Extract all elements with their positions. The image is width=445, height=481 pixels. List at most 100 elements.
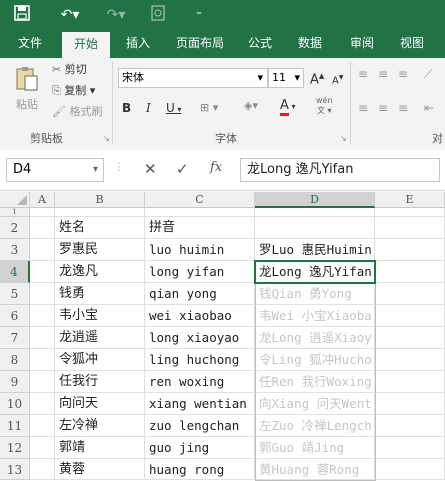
cell-c10[interactable]: xiang wentian bbox=[145, 393, 255, 415]
cell-b12[interactable]: 郭靖 bbox=[55, 437, 145, 459]
enter-icon[interactable]: ✓ bbox=[176, 160, 189, 178]
cell-c2[interactable]: 拼音 bbox=[145, 217, 255, 239]
cell-b4[interactable]: 龙逸凡 bbox=[55, 261, 145, 283]
cell-e4[interactable] bbox=[375, 261, 445, 283]
tab-review[interactable]: 审阅 bbox=[342, 30, 382, 58]
cell-b2[interactable]: 姓名 bbox=[55, 217, 145, 239]
tab-insert[interactable]: 插入 bbox=[118, 30, 158, 58]
cell-d8-preview[interactable]: 令Ling 狐冲Hucho bbox=[255, 349, 375, 371]
cell-e13[interactable] bbox=[375, 459, 445, 480]
cell-a3[interactable] bbox=[30, 239, 55, 261]
cell-b1[interactable] bbox=[55, 208, 145, 217]
cell-c8[interactable]: ling huchong bbox=[145, 349, 255, 371]
cell-e11[interactable] bbox=[375, 415, 445, 437]
tab-formulas[interactable]: 公式 bbox=[240, 30, 280, 58]
row-header-11[interactable]: 11 bbox=[0, 415, 30, 437]
cell-d11-preview[interactable]: 左Zuo 冷禅Lengch bbox=[255, 415, 375, 437]
row-header-8[interactable]: 8 bbox=[0, 349, 30, 371]
cell-d1[interactable] bbox=[255, 208, 375, 217]
row-header-2[interactable]: 2 bbox=[0, 217, 30, 239]
copy-button[interactable]: ⎘ 复制 ▾ bbox=[52, 83, 95, 99]
name-box[interactable]: D4 ▾ bbox=[6, 158, 104, 182]
cell-d9-preview[interactable]: 任Ren 我行Woxing bbox=[255, 371, 375, 393]
cell-d6-preview[interactable]: 韦Wei 小宝Xiaoba bbox=[255, 305, 375, 327]
cell-d12-preview[interactable]: 郭Guo 靖Jing bbox=[255, 437, 375, 459]
align-left-icon[interactable]: ≡ bbox=[358, 100, 368, 116]
align-middle-icon[interactable]: ≡ bbox=[378, 66, 388, 82]
cell-e8[interactable] bbox=[375, 349, 445, 371]
cell-a10[interactable] bbox=[30, 393, 55, 415]
column-header-b[interactable]: B bbox=[55, 192, 145, 208]
cell-e5[interactable] bbox=[375, 283, 445, 305]
insert-function-icon[interactable]: fx bbox=[210, 160, 222, 175]
cell-c1[interactable] bbox=[145, 208, 255, 217]
row-header-9[interactable]: 9 bbox=[0, 371, 30, 393]
cell-c3[interactable]: luo huimin bbox=[145, 239, 255, 261]
cell-c11[interactable]: zuo lengchan bbox=[145, 415, 255, 437]
tab-home[interactable]: 开始 bbox=[62, 32, 110, 58]
redo-icon[interactable]: ↷▾ bbox=[104, 5, 128, 25]
cell-a1[interactable] bbox=[30, 208, 55, 217]
cell-e2[interactable] bbox=[375, 217, 445, 239]
column-header-e[interactable]: E bbox=[375, 192, 445, 208]
cell-b13[interactable]: 黄蓉 bbox=[55, 459, 145, 480]
align-center-icon[interactable]: ≡ bbox=[378, 100, 388, 116]
save-icon[interactable] bbox=[12, 5, 32, 25]
grow-font-button[interactable]: A▲ bbox=[310, 68, 324, 88]
cell-c7[interactable]: long xiaoyao bbox=[145, 327, 255, 349]
row-header-13[interactable]: 13 bbox=[0, 459, 30, 480]
cell-c6[interactable]: wei xiaobao bbox=[145, 305, 255, 327]
cell-b8[interactable]: 令狐冲 bbox=[55, 349, 145, 371]
formula-input[interactable]: 龙Long 逸凡Yifan bbox=[240, 158, 440, 182]
font-size-select[interactable]: 11 ▾ bbox=[268, 68, 304, 88]
cell-e6[interactable] bbox=[375, 305, 445, 327]
clipboard-launcher-icon[interactable]: ↘ bbox=[103, 131, 110, 147]
cell-c12[interactable]: guo jing bbox=[145, 437, 255, 459]
cell-d3[interactable]: 罗Luo 惠民Huimin bbox=[255, 239, 375, 261]
underline-button[interactable]: U ▾ bbox=[166, 100, 181, 118]
column-header-d[interactable]: D bbox=[255, 192, 375, 208]
tab-page-layout[interactable]: 页面布局 bbox=[170, 30, 230, 58]
cell-c4[interactable]: long yifan bbox=[145, 261, 255, 283]
row-header-3[interactable]: 3 bbox=[0, 239, 30, 261]
row-header-12[interactable]: 12 bbox=[0, 437, 30, 459]
tab-file[interactable]: 文件 bbox=[10, 30, 50, 58]
cell-a13[interactable] bbox=[30, 459, 55, 480]
cell-a12[interactable] bbox=[30, 437, 55, 459]
cell-d10-preview[interactable]: 向Xiang 问天Went bbox=[255, 393, 375, 415]
preview-icon[interactable] bbox=[150, 5, 166, 25]
cell-e9[interactable] bbox=[375, 371, 445, 393]
cell-c5[interactable]: qian yong bbox=[145, 283, 255, 305]
format-painter-button[interactable]: 🖌 格式刷 bbox=[52, 104, 102, 120]
row-header-10[interactable]: 10 bbox=[0, 393, 30, 415]
select-all-corner[interactable] bbox=[0, 192, 30, 208]
cell-b10[interactable]: 向问天 bbox=[55, 393, 145, 415]
shrink-font-button[interactable]: A▼ bbox=[332, 70, 343, 89]
cell-a7[interactable] bbox=[30, 327, 55, 349]
font-launcher-icon[interactable]: ↘ bbox=[340, 131, 347, 147]
cell-b7[interactable]: 龙逍遥 bbox=[55, 327, 145, 349]
bold-button[interactable]: B bbox=[122, 100, 131, 116]
indent-icon[interactable]: ⇤ bbox=[424, 100, 434, 116]
cut-button[interactable]: ✂ 剪切 bbox=[52, 62, 87, 78]
row-header-4[interactable]: 4 bbox=[0, 261, 30, 283]
italic-button[interactable]: I bbox=[146, 100, 151, 116]
fill-color-icon[interactable]: ◈▾ bbox=[244, 98, 258, 114]
cell-d4[interactable]: 龙Long 逸凡Yifan bbox=[255, 261, 375, 283]
align-bottom-icon[interactable]: ≡ bbox=[398, 66, 408, 82]
font-color-button[interactable]: A ▾ bbox=[280, 98, 295, 116]
cell-a8[interactable] bbox=[30, 349, 55, 371]
cell-b9[interactable]: 任我行 bbox=[55, 371, 145, 393]
cell-e7[interactable] bbox=[375, 327, 445, 349]
cell-e3[interactable] bbox=[375, 239, 445, 261]
cell-c9[interactable]: ren woxing bbox=[145, 371, 255, 393]
cell-a11[interactable] bbox=[30, 415, 55, 437]
orientation-icon[interactable]: ⟋ bbox=[424, 66, 432, 82]
cell-d13-preview[interactable]: 黄Huang 蓉Rong bbox=[255, 459, 375, 480]
cell-b3[interactable]: 罗惠民 bbox=[55, 239, 145, 261]
row-header-5[interactable]: 5 bbox=[0, 283, 30, 305]
cell-d5-preview[interactable]: 钱Qian 勇Yong bbox=[255, 283, 375, 305]
font-name-select[interactable]: 宋体 ▾ bbox=[118, 68, 268, 88]
cell-c13[interactable]: huang rong bbox=[145, 459, 255, 480]
column-header-c[interactable]: C bbox=[145, 192, 255, 208]
